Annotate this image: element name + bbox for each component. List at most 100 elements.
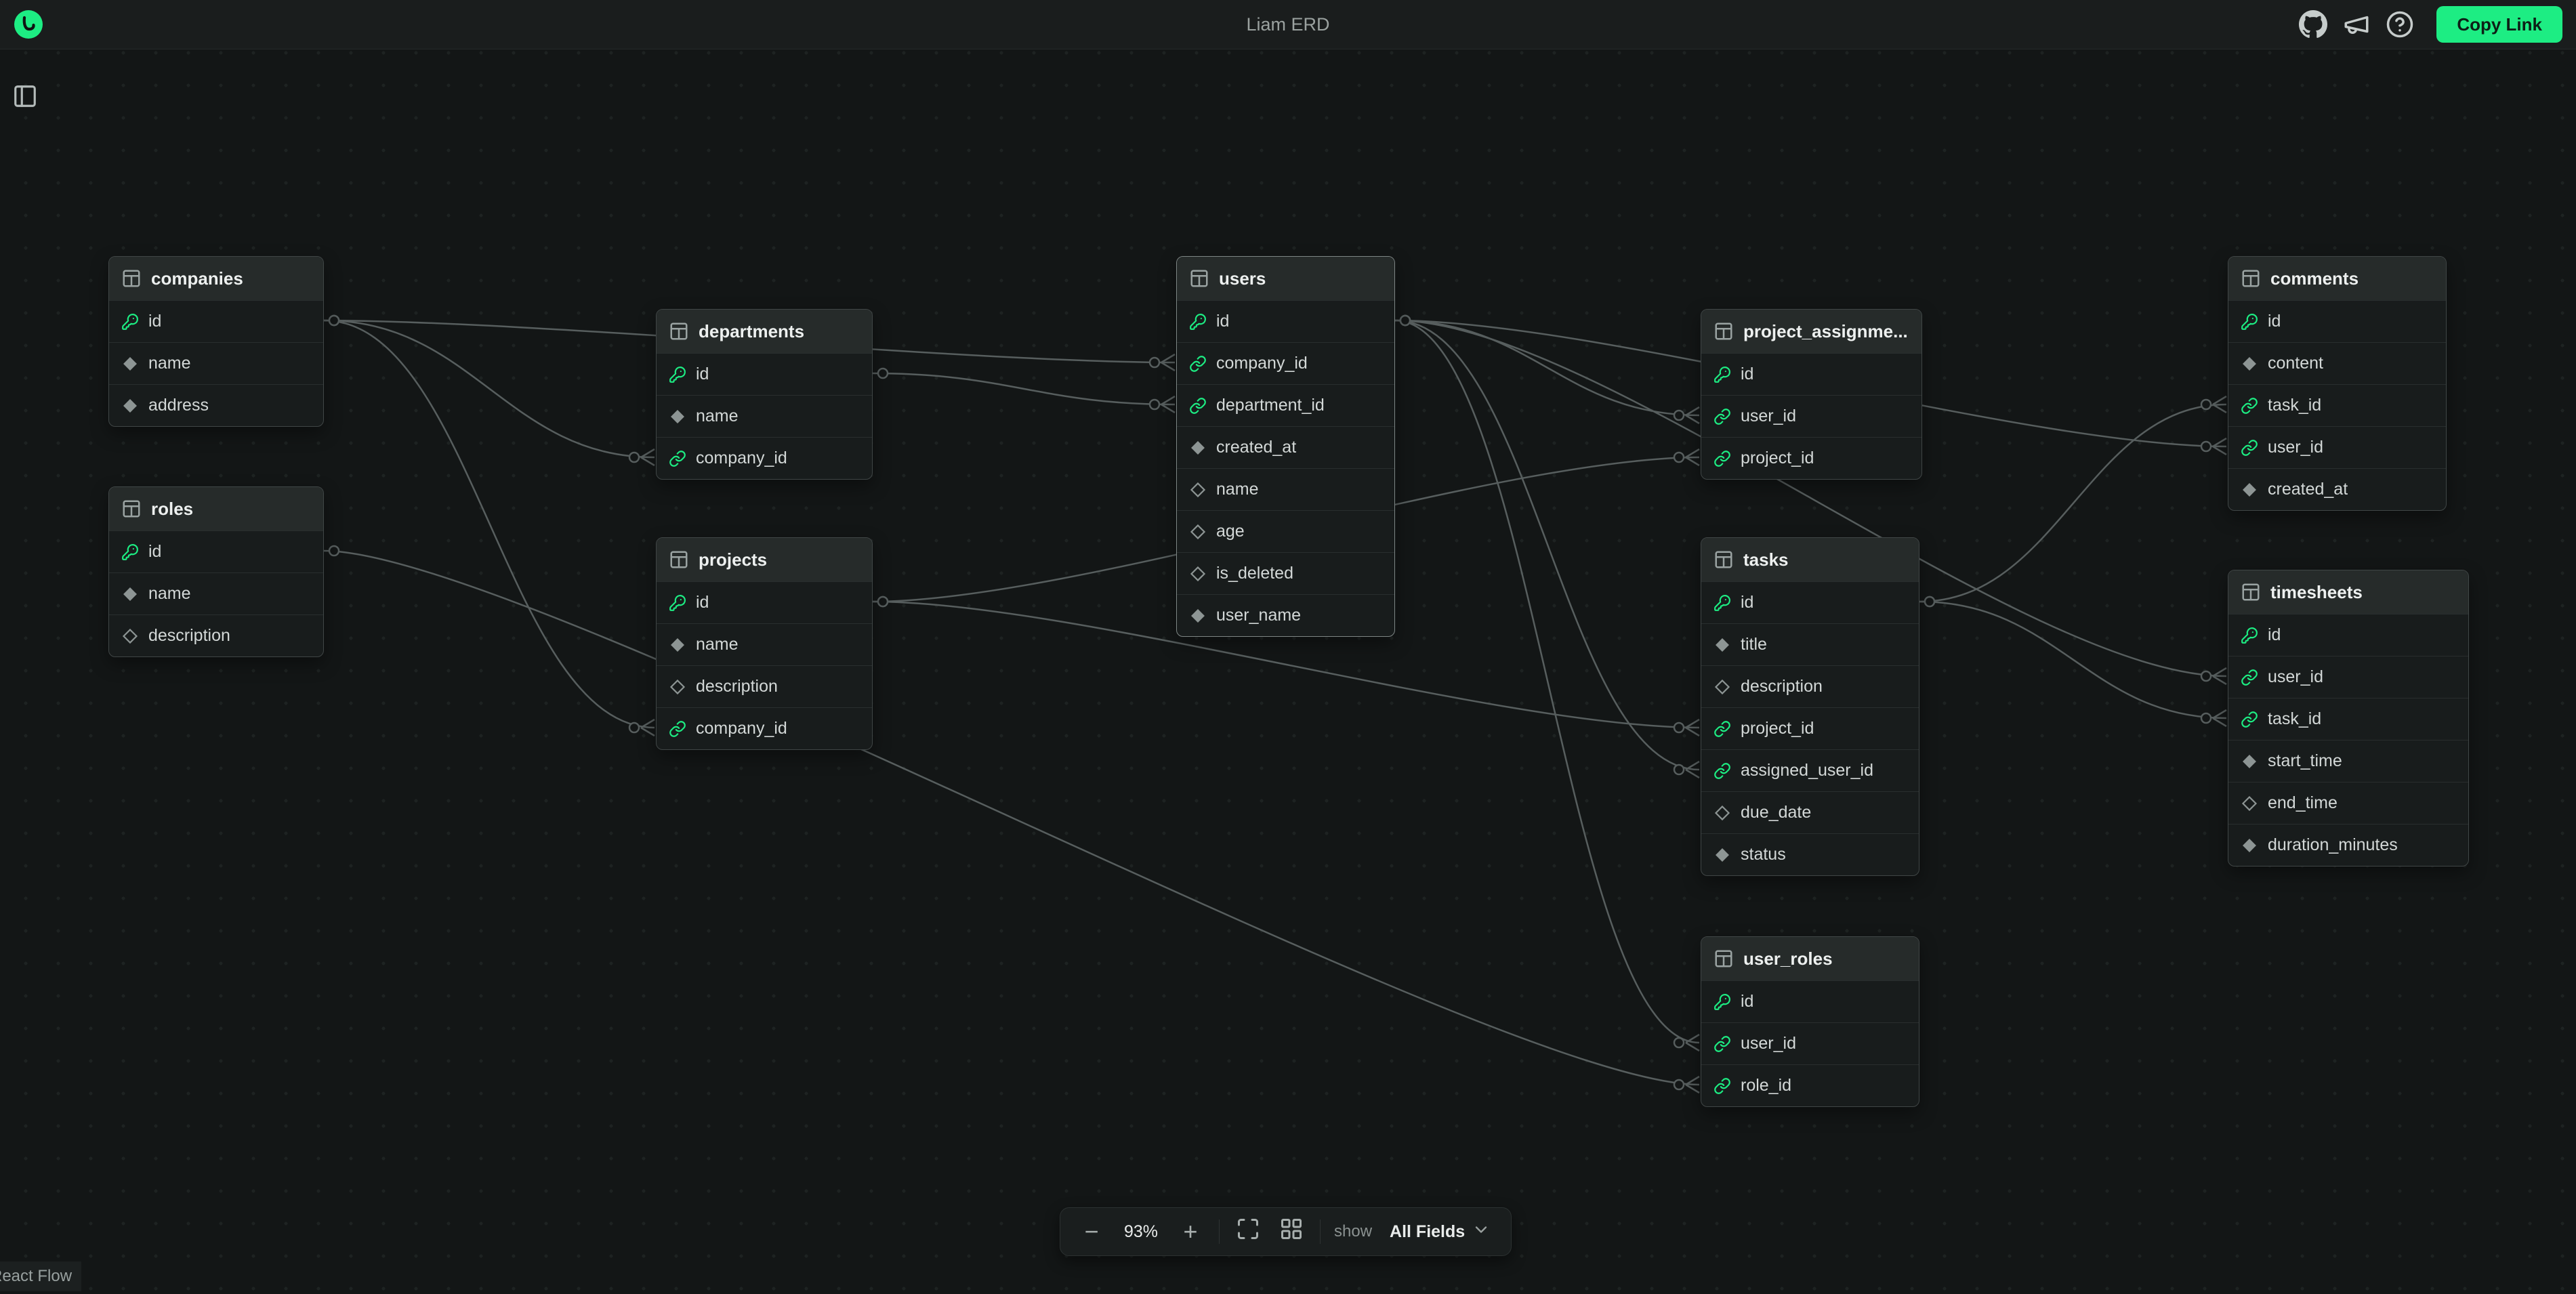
column-row-users-is_deleted[interactable]: is_deleted bbox=[1177, 552, 1394, 594]
relationship-edge-departments-users[interactable] bbox=[873, 373, 1175, 404]
column-row-companies-address[interactable]: address bbox=[109, 384, 323, 426]
column-name: role_id bbox=[1741, 1076, 1791, 1095]
announcements-button[interactable] bbox=[2339, 7, 2374, 42]
fields-filter-dropdown[interactable]: All Fields bbox=[1386, 1219, 1495, 1245]
column-row-timesheets-id[interactable]: id bbox=[2228, 614, 2468, 656]
column-row-roles-description[interactable]: description bbox=[109, 614, 323, 656]
column-row-roles-id[interactable]: id bbox=[109, 530, 323, 572]
tidy-up-button[interactable] bbox=[1276, 1217, 1306, 1247]
zoom-out-button[interactable]: − bbox=[1077, 1217, 1106, 1247]
table-header-projects[interactable]: projects bbox=[657, 538, 872, 581]
column-row-users-name[interactable]: name bbox=[1177, 468, 1394, 510]
column-row-tasks-id[interactable]: id bbox=[1701, 581, 1919, 623]
column-name: user_name bbox=[1216, 606, 1301, 625]
sidebar-toggle-button[interactable] bbox=[7, 79, 43, 115]
liam-logo-icon[interactable] bbox=[14, 9, 45, 40]
column-row-timesheets-user_id[interactable]: user_id bbox=[2228, 656, 2468, 698]
erd-table-project_assignments[interactable]: project_assignme...iduser_idproject_id bbox=[1701, 309, 1922, 480]
column-row-tasks-title[interactable]: title bbox=[1701, 623, 1919, 665]
column-row-tasks-description[interactable]: description bbox=[1701, 665, 1919, 707]
erd-table-roles[interactable]: rolesidnamedescription bbox=[108, 486, 324, 657]
table-header-user_roles[interactable]: user_roles bbox=[1701, 937, 1919, 980]
column-row-comments-user_id[interactable]: user_id bbox=[2228, 426, 2446, 468]
column-row-companies-id[interactable]: id bbox=[109, 300, 323, 342]
not-null-diamond-icon bbox=[121, 355, 139, 373]
table-header-timesheets[interactable]: timesheets bbox=[2228, 570, 2468, 614]
erd-table-departments[interactable]: departmentsidnamecompany_id bbox=[656, 309, 873, 480]
erd-table-timesheets[interactable]: timesheetsiduser_idtask_idstart_timeend_… bbox=[2228, 570, 2469, 867]
column-row-project_assignments-id[interactable]: id bbox=[1701, 353, 1921, 395]
column-row-users-department_id[interactable]: department_id bbox=[1177, 384, 1394, 426]
column-row-user_roles-id[interactable]: id bbox=[1701, 980, 1919, 1022]
help-button[interactable] bbox=[2382, 7, 2417, 42]
column-row-user_roles-user_id[interactable]: user_id bbox=[1701, 1022, 1919, 1064]
primary-key-icon bbox=[1713, 594, 1731, 612]
github-button[interactable] bbox=[2295, 7, 2331, 42]
fit-view-button[interactable] bbox=[1233, 1217, 1263, 1247]
column-row-timesheets-start_time[interactable]: start_time bbox=[2228, 740, 2468, 782]
column-row-users-id[interactable]: id bbox=[1177, 300, 1394, 342]
relationship-edge-companies-projects[interactable] bbox=[324, 320, 655, 728]
panel-left-icon bbox=[12, 83, 38, 111]
table-header-tasks[interactable]: tasks bbox=[1701, 538, 1919, 581]
column-row-user_roles-role_id[interactable]: role_id bbox=[1701, 1064, 1919, 1106]
primary-key-icon bbox=[669, 594, 686, 612]
column-row-comments-task_id[interactable]: task_id bbox=[2228, 384, 2446, 426]
table-header-comments[interactable]: comments bbox=[2228, 257, 2446, 300]
column-row-tasks-project_id[interactable]: project_id bbox=[1701, 707, 1919, 749]
column-name: due_date bbox=[1741, 803, 1811, 822]
column-row-roles-name[interactable]: name bbox=[109, 572, 323, 614]
cardinality-circle-marker bbox=[1150, 358, 1159, 367]
erd-canvas[interactable]: companiesidnameaddressrolesidnamedescrip… bbox=[0, 0, 2576, 1294]
column-row-timesheets-task_id[interactable]: task_id bbox=[2228, 698, 2468, 740]
column-row-projects-id[interactable]: id bbox=[657, 581, 872, 623]
column-row-comments-content[interactable]: content bbox=[2228, 342, 2446, 384]
column-row-projects-company_id[interactable]: company_id bbox=[657, 707, 872, 749]
column-row-comments-created_at[interactable]: created_at bbox=[2228, 468, 2446, 510]
column-row-departments-id[interactable]: id bbox=[657, 353, 872, 395]
column-row-project_assignments-user_id[interactable]: user_id bbox=[1701, 395, 1921, 437]
column-row-timesheets-duration_minutes[interactable]: duration_minutes bbox=[2228, 824, 2468, 866]
table-header-departments[interactable]: departments bbox=[657, 310, 872, 353]
column-row-tasks-status[interactable]: status bbox=[1701, 833, 1919, 875]
table-header-companies[interactable]: companies bbox=[109, 257, 323, 300]
column-row-projects-name[interactable]: name bbox=[657, 623, 872, 665]
column-row-tasks-due_date[interactable]: due_date bbox=[1701, 791, 1919, 833]
relationship-edge-tasks-timesheets[interactable] bbox=[1919, 602, 2226, 718]
erd-table-companies[interactable]: companiesidnameaddress bbox=[108, 256, 324, 427]
column-row-departments-company_id[interactable]: company_id bbox=[657, 437, 872, 479]
erd-table-tasks[interactable]: tasksidtitledescriptionproject_idassigne… bbox=[1701, 537, 1919, 876]
table-header-roles[interactable]: roles bbox=[109, 487, 323, 530]
column-row-companies-name[interactable]: name bbox=[109, 342, 323, 384]
relationship-edge-companies-departments[interactable] bbox=[324, 320, 655, 457]
foreign-key-link-icon bbox=[1713, 720, 1731, 738]
column-row-users-user_name[interactable]: user_name bbox=[1177, 594, 1394, 636]
erd-table-user_roles[interactable]: user_rolesid user_id role_id bbox=[1701, 936, 1919, 1107]
column-row-users-age[interactable]: age bbox=[1177, 510, 1394, 552]
cardinality-circle-marker bbox=[2201, 671, 2211, 681]
column-row-users-created_at[interactable]: created_at bbox=[1177, 426, 1394, 468]
copy-link-button[interactable]: Copy Link bbox=[2436, 6, 2562, 43]
relationship-edge-users-user_roles[interactable] bbox=[1395, 320, 1699, 1043]
relationship-edge-tasks-comments[interactable] bbox=[1919, 404, 2226, 602]
erd-table-projects[interactable]: projectsidnamedescriptioncompany_id bbox=[656, 537, 873, 750]
column-row-users-company_id[interactable]: company_id bbox=[1177, 342, 1394, 384]
cardinality-one-marker bbox=[878, 597, 888, 606]
table-header-users[interactable]: users bbox=[1177, 257, 1394, 300]
help-circle-icon bbox=[2386, 10, 2414, 39]
relationship-edge-users-tasks[interactable] bbox=[1395, 320, 1699, 770]
column-row-projects-description[interactable]: description bbox=[657, 665, 872, 707]
erd-table-comments[interactable]: commentsidcontenttask_iduser_idcreated_a… bbox=[2228, 256, 2447, 511]
relationship-edge-roles-user_roles[interactable] bbox=[324, 551, 1699, 1085]
cardinality-circle-marker bbox=[1674, 453, 1684, 462]
column-row-project_assignments-project_id[interactable]: project_id bbox=[1701, 437, 1921, 479]
table-header-project_assignments[interactable]: project_assignme... bbox=[1701, 310, 1921, 353]
column-row-comments-id[interactable]: id bbox=[2228, 300, 2446, 342]
reactflow-attribution[interactable]: React Flow bbox=[0, 1261, 81, 1291]
erd-table-users[interactable]: usersidcompany_iddepartment_idcreated_at… bbox=[1176, 256, 1395, 637]
zoom-in-button[interactable]: + bbox=[1176, 1217, 1205, 1247]
column-row-tasks-assigned_user_id[interactable]: assigned_user_id bbox=[1701, 749, 1919, 791]
column-name: id bbox=[1741, 992, 1753, 1011]
column-row-departments-name[interactable]: name bbox=[657, 395, 872, 437]
column-row-timesheets-end_time[interactable]: end_time bbox=[2228, 782, 2468, 824]
